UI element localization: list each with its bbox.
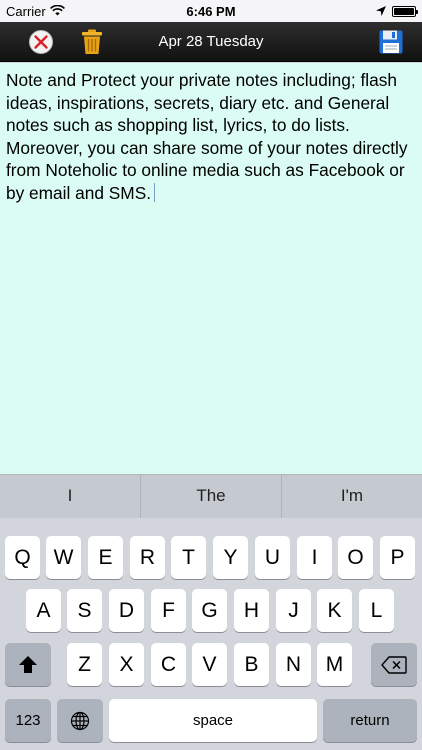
- key-i[interactable]: I: [297, 536, 332, 579]
- key-o[interactable]: O: [338, 536, 373, 579]
- status-time: 6:46 PM: [186, 4, 236, 19]
- key-c[interactable]: C: [151, 643, 186, 686]
- predictive-suggestions-bar: I The I'm: [0, 474, 422, 518]
- save-floppy-icon: [379, 30, 403, 54]
- save-button[interactable]: [377, 28, 405, 56]
- key-v[interactable]: V: [192, 643, 227, 686]
- backspace-icon: [381, 655, 407, 674]
- suggestion-item[interactable]: I'm: [282, 475, 422, 518]
- key-h[interactable]: H: [234, 589, 269, 632]
- location-arrow-icon: [376, 4, 386, 19]
- key-z[interactable]: Z: [67, 643, 102, 686]
- key-f[interactable]: F: [151, 589, 186, 632]
- key-e[interactable]: E: [88, 536, 123, 579]
- note-toolbar: Apr 28 Tuesday: [0, 22, 422, 62]
- key-u[interactable]: U: [255, 536, 290, 579]
- key-r[interactable]: R: [130, 536, 165, 579]
- globe-key[interactable]: [57, 699, 103, 742]
- key-s[interactable]: S: [67, 589, 102, 632]
- keyboard: Q W E R T Y U I O P A S D F G H J K L Z …: [0, 518, 422, 750]
- key-g[interactable]: G: [192, 589, 227, 632]
- space-key[interactable]: space: [109, 699, 317, 742]
- return-key[interactable]: return: [323, 699, 417, 742]
- key-w[interactable]: W: [46, 536, 81, 579]
- key-b[interactable]: B: [234, 643, 269, 686]
- backspace-key[interactable]: [371, 643, 417, 686]
- key-d[interactable]: D: [109, 589, 144, 632]
- key-p[interactable]: P: [380, 536, 415, 579]
- note-text-area[interactable]: Note and Protect your private notes incl…: [0, 63, 422, 474]
- text-caret: [154, 182, 156, 202]
- status-bar: Carrier 6:46 PM: [0, 0, 422, 22]
- key-m[interactable]: M: [317, 643, 352, 686]
- battery-icon: [392, 6, 418, 17]
- shift-icon: [19, 656, 37, 673]
- shift-key[interactable]: [5, 643, 51, 686]
- numbers-key[interactable]: 123: [5, 699, 51, 742]
- note-date: Apr 28 Tuesday: [158, 33, 264, 50]
- key-t[interactable]: T: [171, 536, 206, 579]
- globe-icon: [70, 711, 90, 730]
- suggestion-item[interactable]: I: [0, 475, 141, 518]
- key-y[interactable]: Y: [213, 536, 248, 579]
- key-n[interactable]: N: [276, 643, 311, 686]
- key-q[interactable]: Q: [5, 536, 40, 579]
- key-j[interactable]: J: [276, 589, 311, 632]
- key-k[interactable]: K: [317, 589, 352, 632]
- key-a[interactable]: A: [26, 589, 61, 632]
- key-x[interactable]: X: [109, 643, 144, 686]
- key-l[interactable]: L: [359, 589, 394, 632]
- suggestion-item[interactable]: The: [141, 475, 282, 518]
- note-text: Note and Protect your private notes incl…: [6, 70, 408, 203]
